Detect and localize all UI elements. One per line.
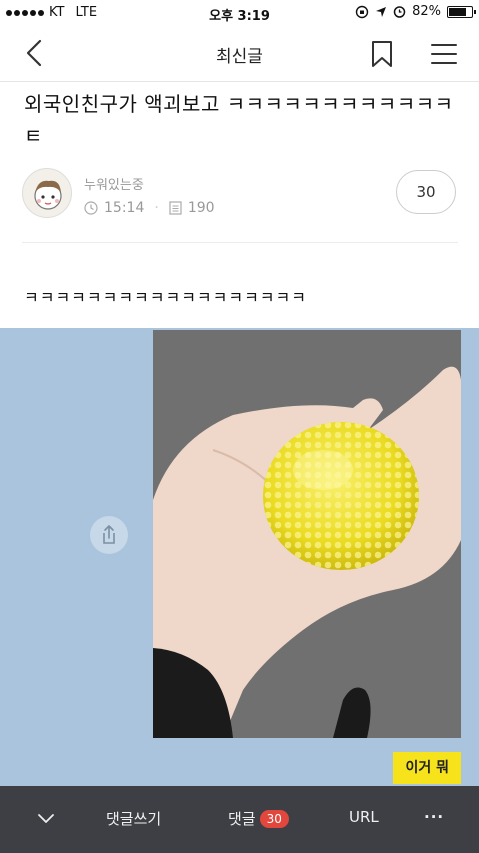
post-body-text: ㅋㅋㅋㅋㅋㅋㅋㅋㅋㅋㅋㅋㅋㅋㅋㅋㅋㅋ bbox=[24, 288, 307, 307]
nav-bar: 최신글 bbox=[0, 26, 479, 82]
view-count: 190 bbox=[187, 200, 215, 216]
post-image-area: 이거 뭐 bbox=[0, 328, 479, 786]
image-caption: 이거 뭐 bbox=[393, 752, 461, 784]
chevron-down-icon[interactable] bbox=[36, 808, 56, 828]
location-arrow-icon bbox=[376, 6, 387, 17]
bookmark-icon[interactable] bbox=[371, 40, 393, 68]
post-photo[interactable] bbox=[153, 330, 461, 738]
author-row: 누워있는중 15:14 · 190 30 bbox=[22, 168, 462, 224]
clock-icon bbox=[84, 201, 98, 215]
url-button[interactable]: URL bbox=[349, 808, 379, 826]
write-comment-button[interactable]: 댓글쓰기 bbox=[106, 808, 161, 829]
bottom-toolbar: 댓글쓰기 댓글 30 URL ··· bbox=[0, 786, 479, 853]
comment-count-bubble[interactable]: 30 bbox=[396, 170, 456, 214]
comment-count-badge: 30 bbox=[259, 810, 289, 828]
share-button[interactable] bbox=[90, 516, 128, 554]
battery-percent: 82% bbox=[412, 4, 441, 19]
comments-button[interactable]: 댓글 30 bbox=[228, 808, 289, 829]
post-time: 15:14 bbox=[104, 200, 145, 216]
document-icon bbox=[169, 201, 182, 215]
header-divider bbox=[22, 242, 458, 243]
slime-photo-illustration bbox=[153, 330, 461, 738]
more-button[interactable]: ··· bbox=[424, 808, 444, 826]
battery-icon bbox=[447, 5, 476, 18]
post-meta: 15:14 · 190 bbox=[84, 200, 215, 216]
meta-separator: · bbox=[154, 200, 159, 216]
share-icon bbox=[103, 525, 115, 544]
status-bar: KT LTE 오후 3:19 82% bbox=[0, 0, 479, 26]
menu-icon[interactable] bbox=[431, 42, 457, 66]
author-name[interactable]: 누워있는중 bbox=[84, 174, 144, 193]
lock-rotation-icon bbox=[355, 5, 369, 18]
page-title: 최신글 bbox=[216, 47, 263, 67]
avatar-illustration-icon bbox=[34, 180, 62, 210]
status-right: 82% bbox=[355, 4, 476, 19]
alarm-icon bbox=[393, 6, 406, 18]
avatar[interactable] bbox=[22, 168, 72, 218]
post-title: 외국인친구가 액괴보고 ㅋㅋㅋㅋㅋㅋㅋㅋㅋㅋㅋㅋㅌ bbox=[24, 92, 454, 148]
comments-label: 댓글 bbox=[228, 810, 256, 828]
